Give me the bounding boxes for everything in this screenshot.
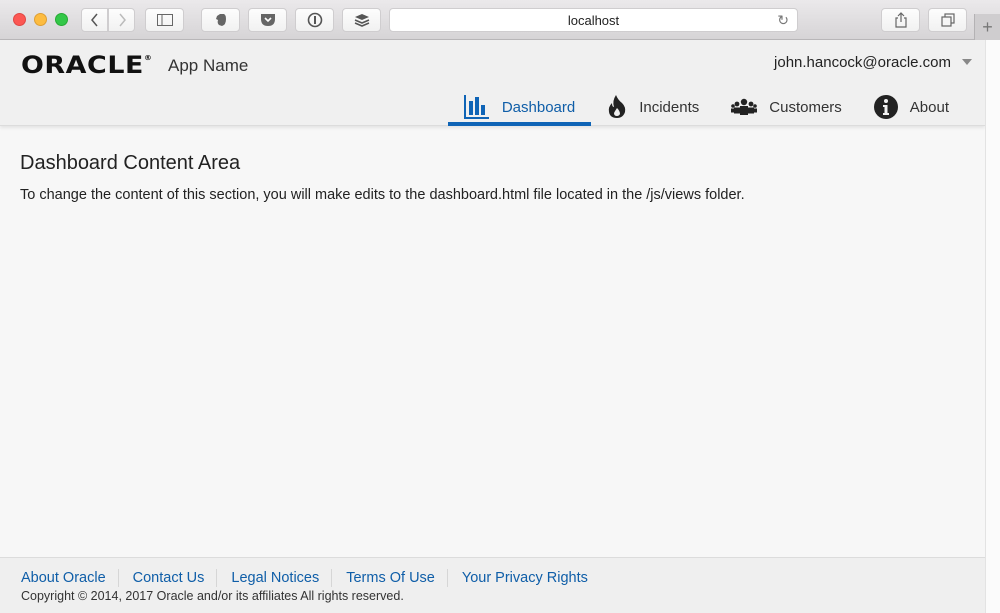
bar-chart-icon xyxy=(463,95,490,119)
sidebar-toggle-button[interactable] xyxy=(145,8,184,32)
address-bar[interactable]: localhost ↻ xyxy=(389,8,798,32)
evernote-icon xyxy=(215,14,226,26)
1password-icon xyxy=(307,12,322,28)
zoom-window-button[interactable] xyxy=(55,13,68,26)
app-header: ORACLE® App Name john.hancock@oracle.com… xyxy=(0,40,985,126)
nav-item-customers[interactable]: Customers xyxy=(715,88,858,126)
chevron-right-icon xyxy=(118,13,126,27)
page-title: Dashboard Content Area xyxy=(20,152,241,174)
forward-button[interactable] xyxy=(108,8,135,32)
back-button[interactable] xyxy=(81,8,108,32)
footer-link-legal-notices[interactable]: Legal Notices xyxy=(216,569,331,587)
new-tab-button[interactable]: + xyxy=(974,14,1000,40)
chevron-left-icon xyxy=(90,13,98,27)
app-name: App Name xyxy=(168,56,249,75)
minimize-window-button[interactable] xyxy=(34,13,47,26)
pocket-extension-button[interactable] xyxy=(248,8,287,32)
main-nav: Dashboard Incidents Customers About xyxy=(447,88,965,126)
footer-link-contact-us[interactable]: Contact Us xyxy=(117,569,217,587)
tab-overview-button[interactable] xyxy=(928,8,967,32)
pocket-icon xyxy=(260,14,275,26)
close-window-button[interactable] xyxy=(13,13,26,26)
nav-item-incidents[interactable]: Incidents xyxy=(591,88,715,126)
nav-label: Dashboard xyxy=(501,98,576,116)
content-description: To change the content of this section, y… xyxy=(20,187,745,203)
nav-label: Incidents xyxy=(639,98,700,116)
buffer-extension-button[interactable] xyxy=(342,8,381,32)
footer-link-privacy-rights[interactable]: Your Privacy Rights xyxy=(446,569,600,587)
plus-icon: + xyxy=(982,16,993,37)
share-icon xyxy=(894,12,907,28)
user-email: john.hancock@oracle.com xyxy=(774,54,951,71)
footer-link-terms-of-use[interactable]: Terms Of Use xyxy=(331,569,447,587)
footer-link-about-oracle[interactable]: About Oracle xyxy=(21,569,118,587)
nav-item-about[interactable]: About xyxy=(858,88,965,126)
nav-label: About xyxy=(909,98,949,116)
url-text: localhost xyxy=(567,12,620,28)
caret-down-icon xyxy=(962,59,972,65)
user-menu[interactable]: john.hancock@oracle.com xyxy=(774,54,972,71)
footer: About Oracle Contact Us Legal Notices Te… xyxy=(0,557,985,613)
oracle-logo[interactable]: ORACLE® xyxy=(21,51,152,79)
fire-icon xyxy=(607,95,627,119)
1password-extension-button[interactable] xyxy=(295,8,334,32)
browser-toolbar: localhost ↻ + xyxy=(0,0,1000,40)
app-page: ORACLE® App Name john.hancock@oracle.com… xyxy=(0,40,985,613)
reload-icon[interactable]: ↻ xyxy=(777,12,789,29)
layers-icon xyxy=(354,14,369,27)
info-icon xyxy=(873,95,898,119)
content-area: Dashboard Content Area To change the con… xyxy=(20,152,745,203)
sidebar-icon xyxy=(156,14,173,26)
people-icon xyxy=(731,98,758,116)
copyright-text: Copyright © 2014, 2017 Oracle and/or its… xyxy=(21,589,404,603)
tabs-icon xyxy=(940,13,955,27)
scrollbar-track[interactable] xyxy=(985,40,1000,613)
share-button[interactable] xyxy=(881,8,920,32)
nav-label: Customers xyxy=(769,98,842,116)
footer-links: About Oracle Contact Us Legal Notices Te… xyxy=(21,569,600,587)
nav-item-dashboard[interactable]: Dashboard xyxy=(447,88,592,126)
evernote-extension-button[interactable] xyxy=(201,8,240,32)
